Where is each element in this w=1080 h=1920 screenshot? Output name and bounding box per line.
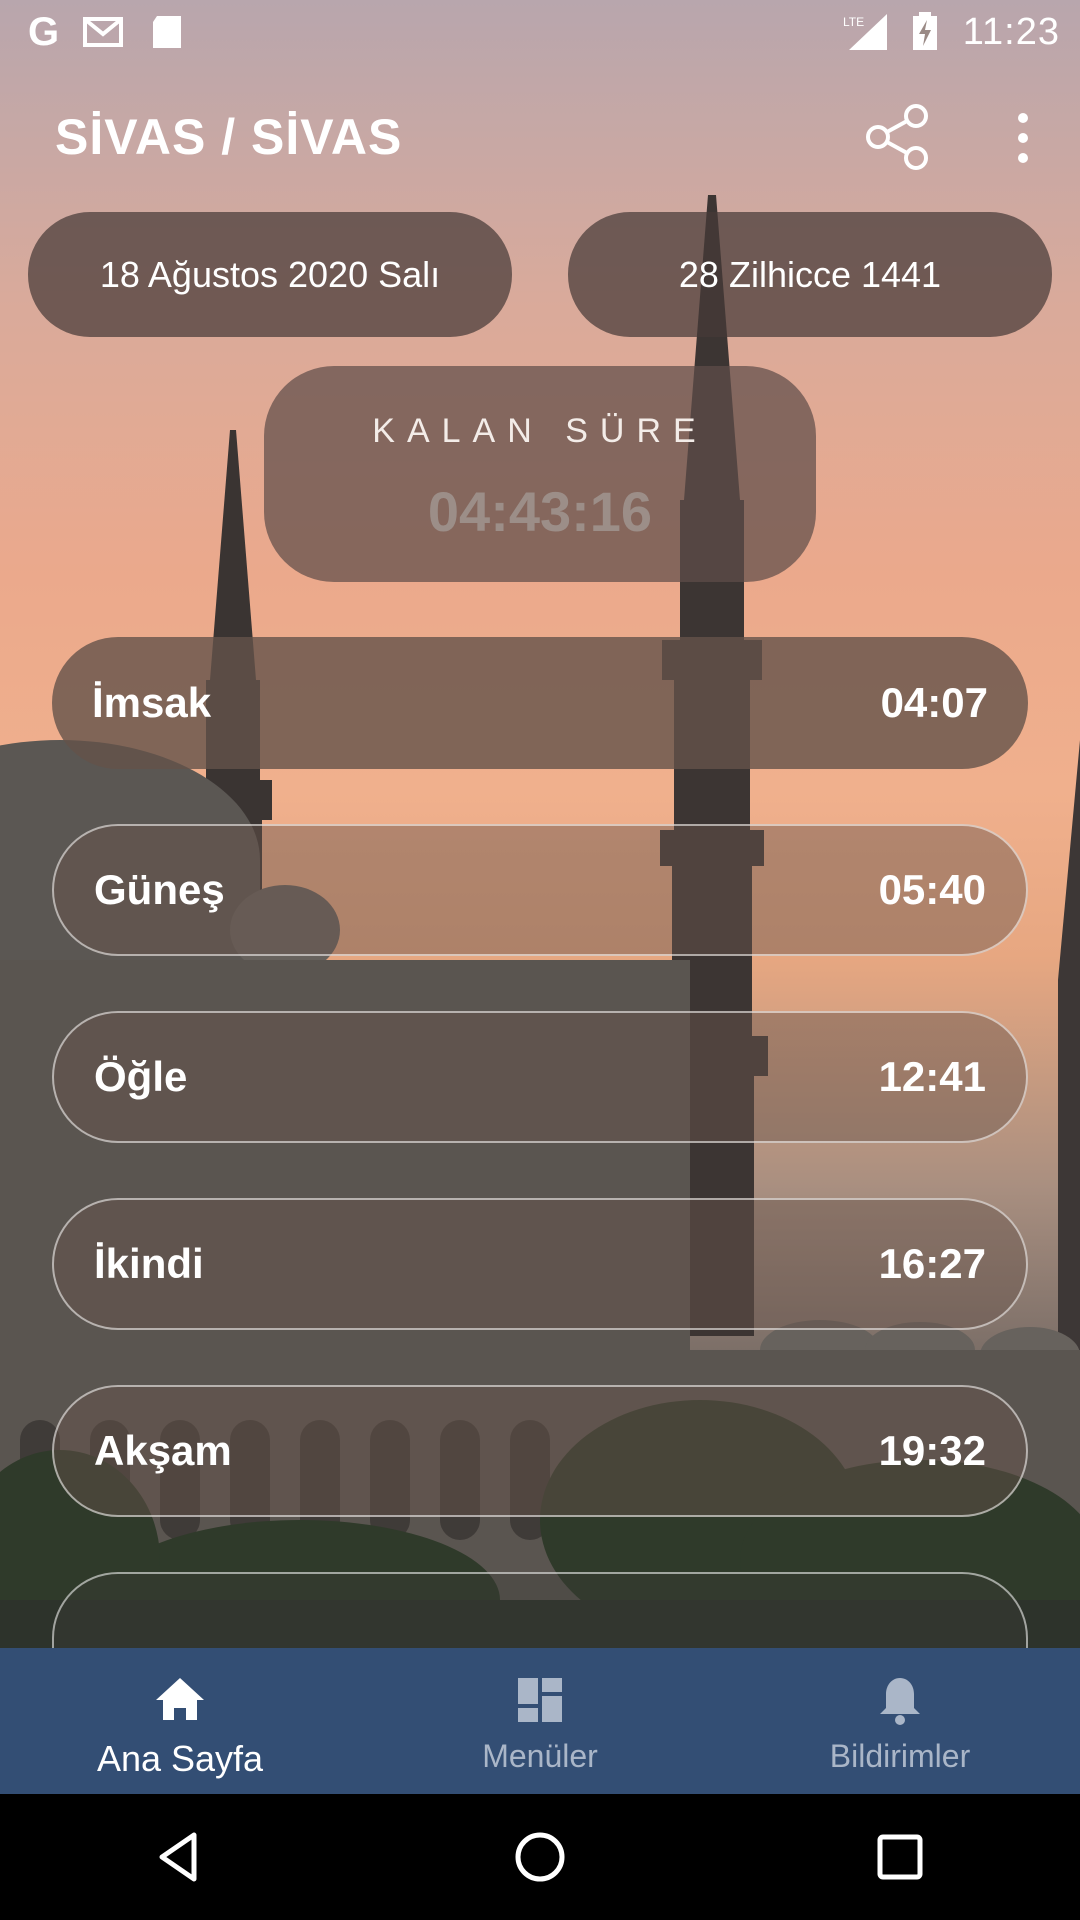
hijri-date-pill: 28 Zilhicce 1441 xyxy=(568,212,1052,337)
system-navigation-bar xyxy=(0,1794,1080,1920)
status-bar: G LTE 11:23 xyxy=(0,0,1080,64)
prayer-name: Akşam xyxy=(94,1427,232,1474)
prayer-row-imsak[interactable]: İmsak 04:07 xyxy=(52,637,1028,769)
prayer-time: 16:27 xyxy=(878,1240,986,1287)
prayer-time: 12:41 xyxy=(878,1053,986,1100)
nav-home-label: Ana Sayfa xyxy=(96,1738,264,1779)
dashboard-icon xyxy=(518,1678,562,1722)
prayer-row-ogle[interactable]: Öğle 12:41 xyxy=(52,1011,1028,1143)
nav-notifications-label: Bildirimler xyxy=(829,1738,971,1774)
home-icon xyxy=(156,1678,204,1720)
gregorian-date: 18 Ağustos 2020 Salı xyxy=(99,253,441,295)
bell-icon xyxy=(880,1678,920,1725)
lte-signal-icon: LTE xyxy=(843,14,887,50)
gregorian-date-pill: 18 Ağustos 2020 Salı xyxy=(28,212,512,337)
prayer-time: 05:40 xyxy=(878,866,986,913)
gmail-icon xyxy=(83,17,124,47)
prayer-row-yatsi-partial[interactable] xyxy=(52,1572,1028,1652)
status-left-icons: G xyxy=(28,10,187,55)
prayer-time: 19:32 xyxy=(878,1427,986,1474)
prayer-name: Güneş xyxy=(94,866,225,913)
google-g-icon: G xyxy=(28,9,60,54)
countdown-box: KALAN SÜRE 04:43:16 xyxy=(264,366,816,582)
svg-text:LTE: LTE xyxy=(843,15,864,29)
countdown-value: 04:43:16 xyxy=(427,480,653,543)
battery-charging-icon xyxy=(912,12,937,50)
prayer-row-aksam[interactable]: Akşam 19:32 xyxy=(52,1385,1028,1517)
status-time: 11:23 xyxy=(962,10,1060,53)
prayer-name: İmsak xyxy=(92,679,212,726)
status-right-icons: LTE 11:23 xyxy=(843,11,1060,54)
hijri-date: 28 Zilhicce 1441 xyxy=(678,253,942,295)
more-vertical-icon[interactable] xyxy=(1005,110,1041,166)
app-bar: SİVAS / SİVAS xyxy=(0,90,1080,186)
prayer-row-ikindi[interactable]: İkindi 16:27 xyxy=(52,1198,1028,1330)
home-circle-icon[interactable] xyxy=(510,1827,570,1887)
prayer-row-gunes[interactable]: Güneş 05:40 xyxy=(52,824,1028,956)
countdown-label: KALAN SÜRE xyxy=(372,412,708,450)
back-icon[interactable] xyxy=(150,1827,210,1887)
page-title: SİVAS / SİVAS xyxy=(55,109,403,165)
nav-notifications[interactable]: Bildirimler xyxy=(720,1648,1080,1794)
prayer-name: Öğle xyxy=(94,1053,188,1100)
bottom-navigation: Ana Sayfa Menüler Bildirimler xyxy=(0,1648,1080,1794)
nav-menus-label: Menüler xyxy=(482,1738,598,1774)
sd-card-icon xyxy=(153,16,182,48)
share-icon[interactable] xyxy=(862,102,932,172)
nav-menus[interactable]: Menüler xyxy=(360,1648,720,1794)
recents-icon[interactable] xyxy=(870,1827,930,1887)
prayer-time: 04:07 xyxy=(880,679,988,726)
prayer-name: İkindi xyxy=(94,1240,204,1287)
nav-home[interactable]: Ana Sayfa xyxy=(0,1648,360,1794)
